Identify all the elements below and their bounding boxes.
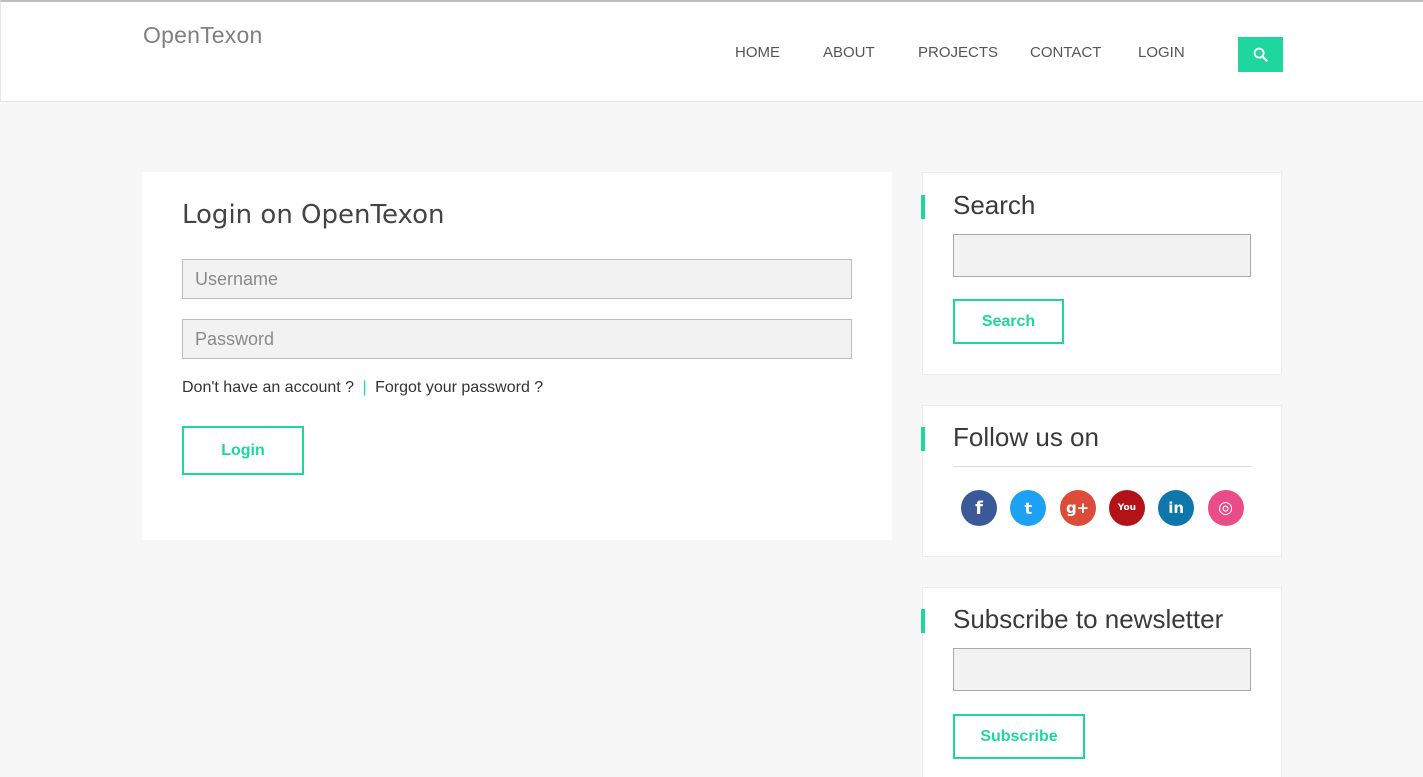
site-logo[interactable]: OpenTexon bbox=[143, 22, 262, 49]
login-button[interactable]: Login bbox=[182, 426, 304, 475]
subscribe-button[interactable]: Subscribe bbox=[953, 714, 1085, 759]
title-accent-bar bbox=[921, 609, 925, 633]
username-input[interactable] bbox=[182, 259, 852, 299]
title-accent-bar bbox=[921, 427, 925, 451]
search-icon bbox=[1253, 47, 1268, 62]
newsletter-widget-title: Subscribe to newsletter bbox=[953, 604, 1224, 634]
sidebar-search-input[interactable] bbox=[953, 234, 1251, 277]
sidebar-search-button[interactable]: Search bbox=[953, 299, 1064, 344]
dribbble-icon[interactable]: ◎ bbox=[1207, 490, 1244, 526]
linkedin-icon[interactable]: in bbox=[1158, 490, 1195, 526]
youtube-icon[interactable]: You bbox=[1108, 490, 1145, 526]
search-widget: Search Search bbox=[921, 172, 1282, 375]
nav-search-button[interactable] bbox=[1238, 37, 1283, 72]
twitter-icon[interactable]: t bbox=[1010, 490, 1047, 526]
title-accent-bar bbox=[921, 195, 925, 219]
password-input[interactable] bbox=[182, 319, 852, 359]
account-links: Don't have an account ? | Forgot your pa… bbox=[182, 379, 543, 397]
login-panel: Login on OpenTexon Don't have an account… bbox=[142, 172, 892, 540]
nav-contact[interactable]: CONTACT bbox=[1030, 44, 1101, 61]
link-separator: | bbox=[362, 379, 367, 396]
newsletter-email-input[interactable] bbox=[953, 648, 1251, 691]
facebook-icon[interactable]: f bbox=[961, 490, 997, 526]
follow-widget-title: Follow us on bbox=[953, 422, 1099, 452]
nav-login[interactable]: LOGIN bbox=[1138, 44, 1185, 61]
follow-divider bbox=[953, 466, 1251, 467]
google-plus-icon[interactable]: g+ bbox=[1059, 490, 1096, 526]
forgot-password-link[interactable]: Forgot your password ? bbox=[375, 379, 543, 396]
register-link[interactable]: Don't have an account ? bbox=[182, 379, 354, 396]
top-navbar: OpenTexon HOME ABOUT PROJECTS CONTACT LO… bbox=[0, 0, 1423, 102]
login-title: Login on OpenTexon bbox=[182, 200, 445, 230]
nav-about[interactable]: ABOUT bbox=[823, 44, 875, 61]
follow-widget: Follow us on f t g+ You in ◎ bbox=[921, 405, 1282, 557]
search-widget-title: Search bbox=[953, 190, 1036, 220]
newsletter-widget: Subscribe to newsletter Subscribe bbox=[921, 587, 1282, 777]
nav-projects[interactable]: PROJECTS bbox=[918, 44, 998, 61]
nav-home[interactable]: HOME bbox=[735, 44, 780, 61]
